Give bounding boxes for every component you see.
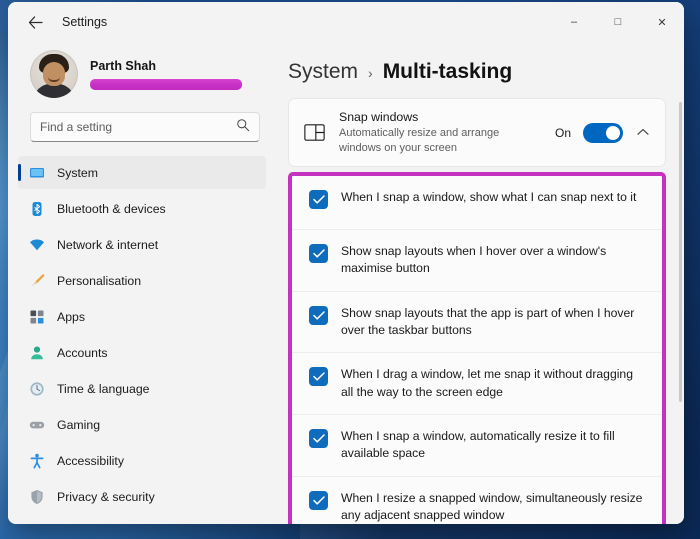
- snap-windows-title: Snap windows: [339, 110, 541, 124]
- checkbox-checked[interactable]: [309, 244, 328, 263]
- gamepad-icon: [28, 416, 45, 433]
- shield-icon: [28, 488, 45, 505]
- search-input[interactable]: [40, 120, 230, 134]
- list-item-label: When I drag a window, let me snap it wit…: [341, 366, 648, 401]
- sidebar-nav: System Bluetooth & devices Network & int…: [8, 156, 276, 524]
- wifi-icon: [28, 236, 45, 253]
- sidebar-item-label: Accounts: [57, 346, 108, 360]
- sidebar-item-bluetooth-devices[interactable]: Bluetooth & devices: [18, 192, 266, 225]
- sidebar-item-network-internet[interactable]: Network & internet: [18, 228, 266, 261]
- sidebar-item-accounts[interactable]: Accounts: [18, 336, 266, 369]
- list-item-label: When I snap a window, automatically resi…: [341, 428, 648, 463]
- list-item[interactable]: When I drag a window, let me snap it wit…: [292, 353, 662, 415]
- sidebar-item-gaming[interactable]: Gaming: [18, 408, 266, 441]
- search-box[interactable]: [30, 112, 260, 142]
- checkbox-checked[interactable]: [309, 367, 328, 386]
- list-item-label: Show snap layouts when I hover over a wi…: [341, 243, 648, 278]
- checkbox-checked[interactable]: [309, 429, 328, 448]
- list-item[interactable]: When I snap a window, show what I can sn…: [292, 176, 662, 230]
- window-controls: – □ ✕: [552, 2, 684, 42]
- snap-options-list: When I snap a window, show what I can sn…: [292, 176, 662, 524]
- paintbrush-icon: [28, 272, 45, 289]
- list-item-label: When I snap a window, show what I can sn…: [341, 189, 636, 206]
- list-item[interactable]: When I snap a window, automatically resi…: [292, 415, 662, 477]
- list-item-label: Show snap layouts that the app is part o…: [341, 305, 648, 340]
- checkbox-checked[interactable]: [309, 491, 328, 510]
- user-profile[interactable]: Parth Shah: [8, 42, 276, 112]
- avatar: [30, 50, 78, 98]
- list-item[interactable]: When I resize a snapped window, simultan…: [292, 477, 662, 524]
- search-container: [8, 112, 276, 142]
- breadcrumb: System › Multi-tasking: [276, 42, 680, 98]
- app-title: Settings: [62, 15, 107, 29]
- title-bar: Settings – □ ✕: [8, 2, 684, 42]
- snap-layout-icon: [303, 122, 325, 144]
- main-content: System › Multi-tasking Snap windows Auto…: [276, 42, 684, 524]
- snap-windows-toggle[interactable]: [583, 123, 623, 143]
- chevron-up-icon[interactable]: [635, 127, 651, 139]
- sidebar-item-privacy-security[interactable]: Privacy & security: [18, 480, 266, 513]
- profile-name: Parth Shah: [90, 59, 242, 73]
- sidebar-item-system[interactable]: System: [18, 156, 266, 189]
- search-icon: [236, 118, 250, 137]
- sidebar-item-label: System: [57, 166, 98, 180]
- sidebar-item-label: Personalisation: [57, 274, 141, 288]
- sidebar-item-label: Network & internet: [57, 238, 158, 252]
- scrollbar[interactable]: [679, 102, 682, 402]
- accessibility-person-icon: [28, 452, 45, 469]
- checkbox-checked[interactable]: [309, 190, 328, 209]
- maximize-button[interactable]: □: [596, 2, 640, 42]
- annotation-highlight-box: When I snap a window, show what I can sn…: [288, 172, 666, 524]
- sidebar-item-label: Gaming: [57, 418, 100, 432]
- sidebar-item-personalisation[interactable]: Personalisation: [18, 264, 266, 297]
- sidebar-item-label: Bluetooth & devices: [57, 202, 166, 216]
- sidebar-item-label: Accessibility: [57, 454, 124, 468]
- apps-grid-icon: [28, 308, 45, 325]
- breadcrumb-parent[interactable]: System: [288, 60, 358, 84]
- person-icon: [28, 344, 45, 361]
- list-item-label: When I resize a snapped window, simultan…: [341, 490, 648, 524]
- page-title: Multi-tasking: [383, 60, 513, 84]
- snap-windows-header[interactable]: Snap windows Automatically resize and ar…: [289, 99, 665, 166]
- chevron-right-icon: ›: [368, 65, 373, 81]
- clock-globe-icon: [28, 380, 45, 397]
- sidebar-item-label: Privacy & security: [57, 490, 155, 504]
- toggle-state-label: On: [555, 126, 571, 140]
- back-arrow-icon[interactable]: [20, 8, 50, 36]
- list-item[interactable]: Show snap layouts that the app is part o…: [292, 292, 662, 354]
- display-monitor-icon: [28, 164, 45, 181]
- snap-windows-description: Automatically resize and arrange windows…: [339, 126, 529, 155]
- sidebar-item-accessibility[interactable]: Accessibility: [18, 444, 266, 477]
- profile-email-redacted: [90, 79, 242, 90]
- snap-windows-card: Snap windows Automatically resize and ar…: [288, 98, 666, 167]
- sidebar: Parth Shah: [8, 42, 276, 524]
- sidebar-item-time-language[interactable]: Time & language: [18, 372, 266, 405]
- close-button[interactable]: ✕: [640, 2, 684, 42]
- window-body: Parth Shah: [8, 42, 684, 524]
- sidebar-item-label: Time & language: [57, 382, 150, 396]
- sidebar-item-apps[interactable]: Apps: [18, 300, 266, 333]
- sidebar-item-label: Apps: [57, 310, 85, 324]
- minimize-button[interactable]: –: [552, 2, 596, 42]
- checkbox-checked[interactable]: [309, 306, 328, 325]
- settings-window: Settings – □ ✕ Parth Shah: [8, 2, 684, 524]
- list-item[interactable]: Show snap layouts when I hover over a wi…: [292, 230, 662, 292]
- bluetooth-icon: [28, 200, 45, 217]
